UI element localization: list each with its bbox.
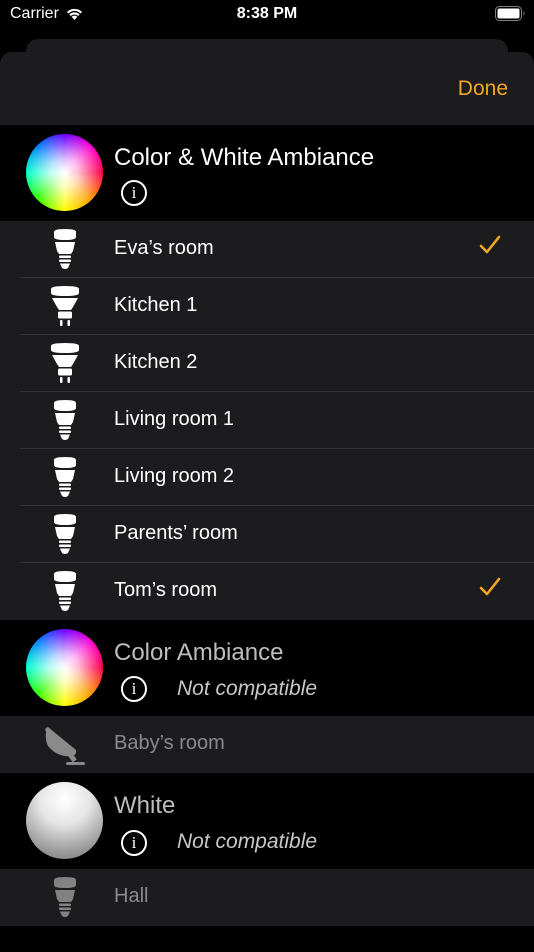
light-name: Tom’s room <box>114 579 217 601</box>
light-name: Living room 1 <box>114 408 235 430</box>
light-row-babys-room: Baby’s room <box>0 716 534 773</box>
light-picker-sheet: Done Color & White Ambiance i Eva’s room… <box>0 52 534 952</box>
color-wheel-swatch <box>26 134 103 211</box>
info-icon[interactable]: i <box>121 830 147 856</box>
light-row-kitchen-1[interactable]: Kitchen 1 <box>0 278 534 335</box>
light-row-kitchen-2[interactable]: Kitchen 2 <box>0 335 534 392</box>
status-bar: Carrier 8:38 PM <box>0 0 534 30</box>
light-name: Hall <box>114 885 149 907</box>
light-name: Parents’ room <box>114 522 238 544</box>
section-header-color-ambiance: Color Ambiance i Not compatible <box>0 620 534 716</box>
done-button[interactable]: Done <box>458 77 508 101</box>
bulb-icon <box>40 457 90 499</box>
spot-bulb-icon <box>40 286 90 328</box>
info-icon[interactable]: i <box>121 180 147 206</box>
compatibility-status: Not compatible <box>177 830 318 853</box>
light-name: Living room 2 <box>114 465 235 487</box>
light-row-parents-room[interactable]: Parents’ room <box>0 506 534 563</box>
section-title: Color Ambiance <box>114 639 284 666</box>
battery-icon <box>495 6 525 21</box>
light-row-living-room-2[interactable]: Living room 2 <box>0 449 534 506</box>
light-name: Kitchen 1 <box>114 294 198 316</box>
section-title: Color & White Ambiance <box>114 144 375 171</box>
section-header-color-white-ambiance: Color & White Ambiance i <box>0 125 534 221</box>
bulb-icon <box>40 400 90 442</box>
spot-bulb-icon <box>40 343 90 385</box>
light-row-evas-room[interactable]: Eva’s room <box>0 221 534 278</box>
white-swatch <box>26 782 103 859</box>
light-name: Kitchen 2 <box>114 351 198 373</box>
light-row-living-room-1[interactable]: Living room 1 <box>0 392 534 449</box>
bulb-icon <box>40 571 90 613</box>
light-row-hall: Hall <box>0 869 534 926</box>
bulb-icon <box>40 877 90 919</box>
light-row-toms-room[interactable]: Tom’s room <box>0 563 534 620</box>
info-icon[interactable]: i <box>121 676 147 702</box>
bulb-icon <box>40 229 90 271</box>
light-name: Baby’s room <box>114 732 225 754</box>
checkmark-icon <box>479 235 501 254</box>
compatibility-status: Not compatible <box>177 677 318 700</box>
section-header-white: White i Not compatible <box>0 773 534 869</box>
navigation-bar: Done <box>0 52 534 125</box>
section-title: White <box>114 792 176 819</box>
light-name: Eva’s room <box>114 237 214 259</box>
status-time: 8:38 PM <box>236 5 298 22</box>
color-wheel-swatch <box>26 629 103 706</box>
bulb-icon <box>40 514 90 556</box>
lamp-icon <box>40 724 90 766</box>
checkmark-icon <box>479 577 501 596</box>
